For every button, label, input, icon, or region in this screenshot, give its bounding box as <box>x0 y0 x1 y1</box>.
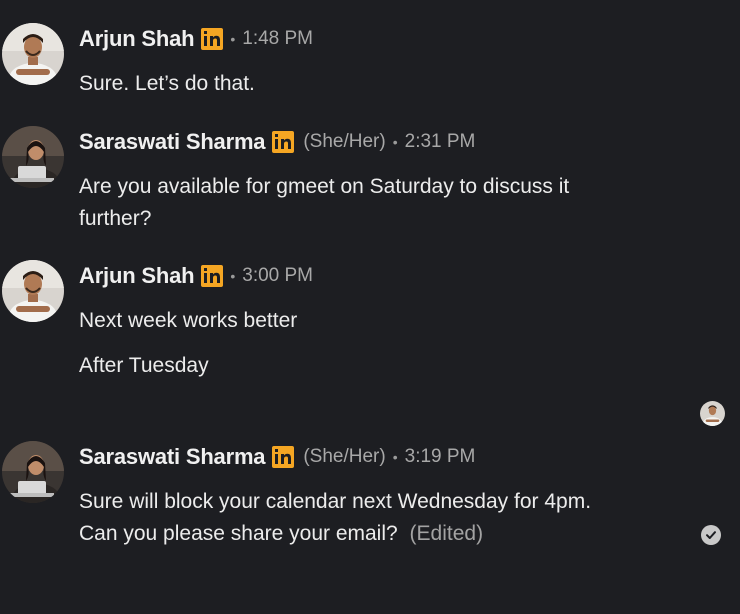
timestamp: 3:19 PM <box>404 446 476 467</box>
pronouns: (She/Her) <box>303 446 386 467</box>
message-body: Sure will block your calendar next Wedne… <box>79 486 619 550</box>
timestamp: 3:00 PM <box>242 265 314 286</box>
separator-dot: • <box>230 31 236 47</box>
sender-name[interactable]: Saraswati Sharma <box>79 444 266 470</box>
timestamp: 2:31 PM <box>404 131 476 152</box>
linkedin-premium-icon <box>201 265 224 287</box>
sender-name[interactable]: Arjun Shah <box>79 263 195 289</box>
message-text: Are you available for gmeet on Saturday … <box>79 175 570 230</box>
message-header: Arjun Shah • 1:48 PM <box>79 24 313 54</box>
message-header: Arjun Shah • 3:00 PM <box>79 261 313 291</box>
avatar-saraswati-sharma[interactable] <box>2 126 64 188</box>
message-body: Are you available for gmeet on Saturday … <box>79 171 634 235</box>
avatar-arjun-shah[interactable] <box>2 260 64 322</box>
sender-name[interactable]: Saraswati Sharma <box>79 129 266 155</box>
message-text: Next week works better <box>79 309 298 332</box>
message-text: Sure. Let’s do that. <box>79 72 255 95</box>
message-header: Saraswati Sharma (She/Her) • 2:31 PM <box>79 127 475 157</box>
avatar-arjun-shah[interactable] <box>2 23 64 85</box>
edited-label: (Edited) <box>409 522 484 545</box>
avatar-saraswati-sharma[interactable] <box>2 441 64 503</box>
separator-dot: • <box>392 449 398 465</box>
linkedin-premium-icon <box>201 28 224 50</box>
message-body: Sure. Let’s do that. <box>79 68 639 100</box>
sender-name[interactable]: Arjun Shah <box>79 26 195 52</box>
pronouns: (She/Her) <box>303 131 386 152</box>
message-text: Sure will block your calendar next Wedne… <box>79 490 592 545</box>
read-receipt-avatar[interactable] <box>700 401 725 426</box>
linkedin-premium-icon <box>272 131 295 153</box>
message-text: After Tuesday <box>79 354 209 377</box>
separator-dot: • <box>230 268 236 284</box>
timestamp: 1:48 PM <box>242 28 314 49</box>
linkedin-premium-icon <box>272 446 295 468</box>
separator-dot: • <box>392 134 398 150</box>
message-thread: Arjun Shah • 1:48 PM Sure. Let’s do that… <box>0 0 740 614</box>
check-circle-icon <box>701 525 721 545</box>
message-header: Saraswati Sharma (She/Her) • 3:19 PM <box>79 442 475 472</box>
